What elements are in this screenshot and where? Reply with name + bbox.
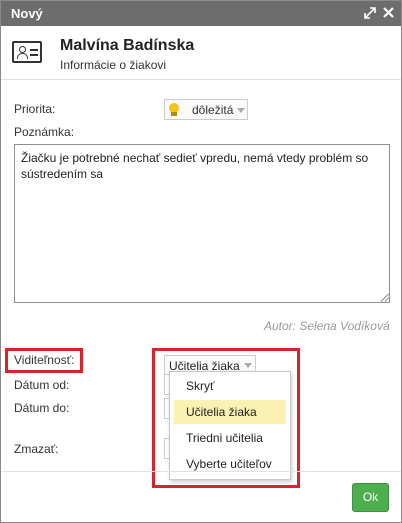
footer-divider xyxy=(1,471,401,472)
dialog-subtitle: Informácie o žiakovi xyxy=(60,58,167,72)
resize-handle[interactable] xyxy=(380,293,390,302)
titlebar: Nový xyxy=(1,1,401,26)
close-icon[interactable] xyxy=(381,5,395,21)
priority-select[interactable]: dôležitá xyxy=(164,99,248,120)
dialog-header: Malvína Badínska Informácie o žiakovi xyxy=(1,26,401,80)
note-author: Autor: Selena Vodíková xyxy=(264,319,390,333)
lightbulb-icon xyxy=(169,103,179,117)
window-title: Nový xyxy=(11,6,43,21)
note-label: Poznámka: xyxy=(14,125,75,139)
date-from-label: Dátum od: xyxy=(14,378,70,392)
highlight-box-dropdown xyxy=(152,348,300,488)
student-name: Malvína Badínska xyxy=(60,37,195,54)
ok-button[interactable]: Ok xyxy=(352,483,389,512)
chevron-down-icon xyxy=(237,108,245,113)
highlight-box-label xyxy=(5,348,83,373)
expand-icon[interactable] xyxy=(363,5,377,21)
note-textarea[interactable]: Žiačku je potrebné nechať sedieť vpredu,… xyxy=(14,144,390,303)
delete-label: Zmazať: xyxy=(14,442,59,456)
priority-value: dôležitá xyxy=(192,103,234,117)
priority-label: Priorita: xyxy=(14,102,56,116)
dialog-window: Nový Malvína Badínska Informácie o žiako… xyxy=(0,0,402,523)
id-card-icon xyxy=(12,41,42,63)
date-to-label: Dátum do: xyxy=(14,401,70,415)
